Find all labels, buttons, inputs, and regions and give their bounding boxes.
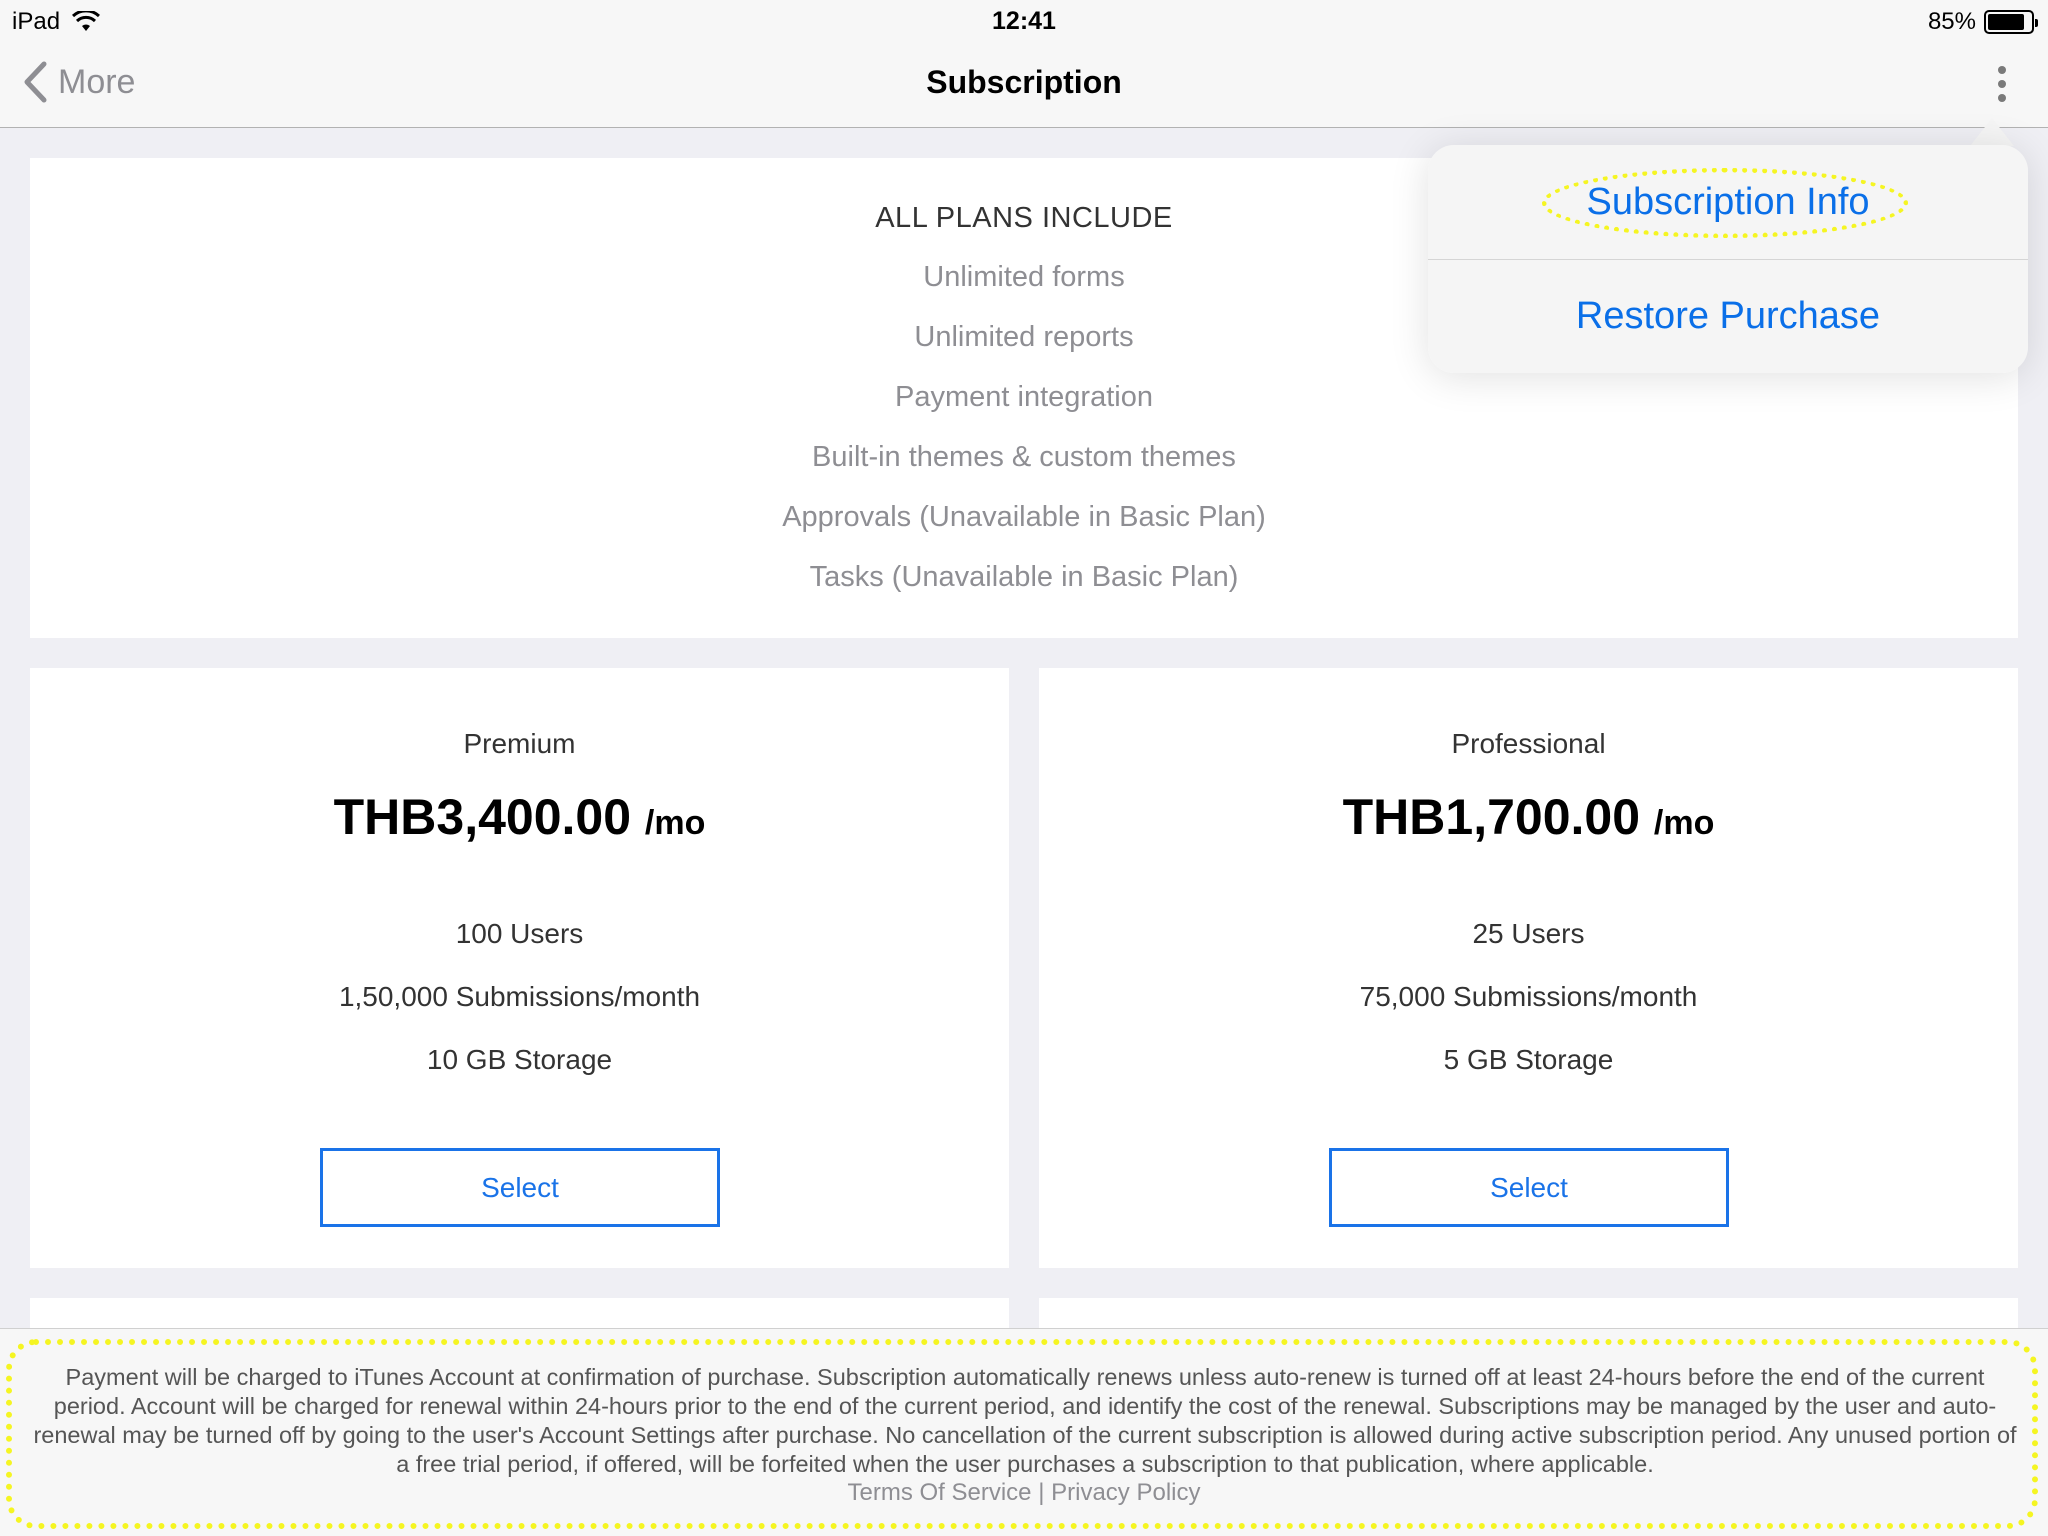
plan-card-professional: Professional THB1,700.00 /mo 25 Users 75…	[1039, 668, 2018, 1268]
feature-item: Approvals (Unavailable in Basic Plan)	[782, 501, 1266, 533]
dot	[1998, 66, 2006, 74]
plan-feature: 25 Users	[1472, 918, 1585, 949]
clock: 12:41	[992, 7, 1056, 35]
plan-feature: 5 GB Storage	[1443, 1044, 1614, 1075]
popover-arrow	[1970, 118, 2014, 146]
plan-feature: 75,000 Submissions/month	[1359, 981, 1698, 1012]
footer-links: Terms Of Service | Privacy Policy	[0, 1479, 2048, 1507]
select-premium-button[interactable]: Select	[320, 1148, 720, 1227]
plan-price: THB1,700.00 /mo	[1039, 788, 2018, 846]
battery-tip	[2035, 19, 2038, 27]
plan-name: Premium	[463, 728, 576, 759]
plan-feature: 10 GB Storage	[426, 1044, 613, 1075]
more-options-icon[interactable]	[1984, 62, 2020, 106]
status-right: 85%	[1927, 8, 2038, 36]
price-period: /mo	[644, 804, 706, 842]
battery-icon	[1984, 10, 2038, 34]
link-separator: |	[1038, 1479, 1045, 1506]
status-bar: iPad 12:41 85%	[0, 0, 2048, 40]
price-amount: THB3,400.00	[333, 789, 632, 845]
feature-item: Built-in themes & custom themes	[812, 441, 1236, 473]
page-title: Subscription	[926, 64, 1122, 100]
price-period: /mo	[1653, 804, 1715, 842]
plan-feature: 100 Users	[455, 918, 584, 949]
navigation-bar: More Subscription	[0, 40, 2048, 128]
battery-fill	[1988, 14, 2024, 30]
plan-price: THB3,400.00 /mo	[30, 788, 1009, 846]
plan-card-premium: Premium THB3,400.00 /mo 100 Users 1,50,0…	[30, 668, 1009, 1268]
price-amount: THB1,700.00	[1342, 789, 1641, 845]
feature-item: Payment integration	[895, 381, 1153, 413]
subscription-terms-text: Payment will be charged to iTunes Accoun…	[33, 1364, 2017, 1477]
battery-percent: 85%	[1927, 8, 1976, 35]
dot	[1998, 94, 2006, 102]
select-professional-button[interactable]: Select	[1329, 1148, 1729, 1227]
plan-name: Professional	[1451, 728, 1606, 759]
footer: Payment will be charged to iTunes Accoun…	[0, 1328, 2048, 1536]
restore-purchase-menu-item[interactable]: Restore Purchase	[1428, 259, 2028, 373]
privacy-policy-link[interactable]: Privacy Policy	[1051, 1479, 1200, 1506]
highlight-annotation	[1542, 168, 1908, 238]
plan-feature: 1,50,000 Submissions/month	[338, 981, 701, 1012]
dot	[1998, 80, 2006, 88]
terms-of-service-link[interactable]: Terms Of Service	[848, 1479, 1032, 1506]
feature-item: Tasks (Unavailable in Basic Plan)	[809, 561, 1239, 593]
